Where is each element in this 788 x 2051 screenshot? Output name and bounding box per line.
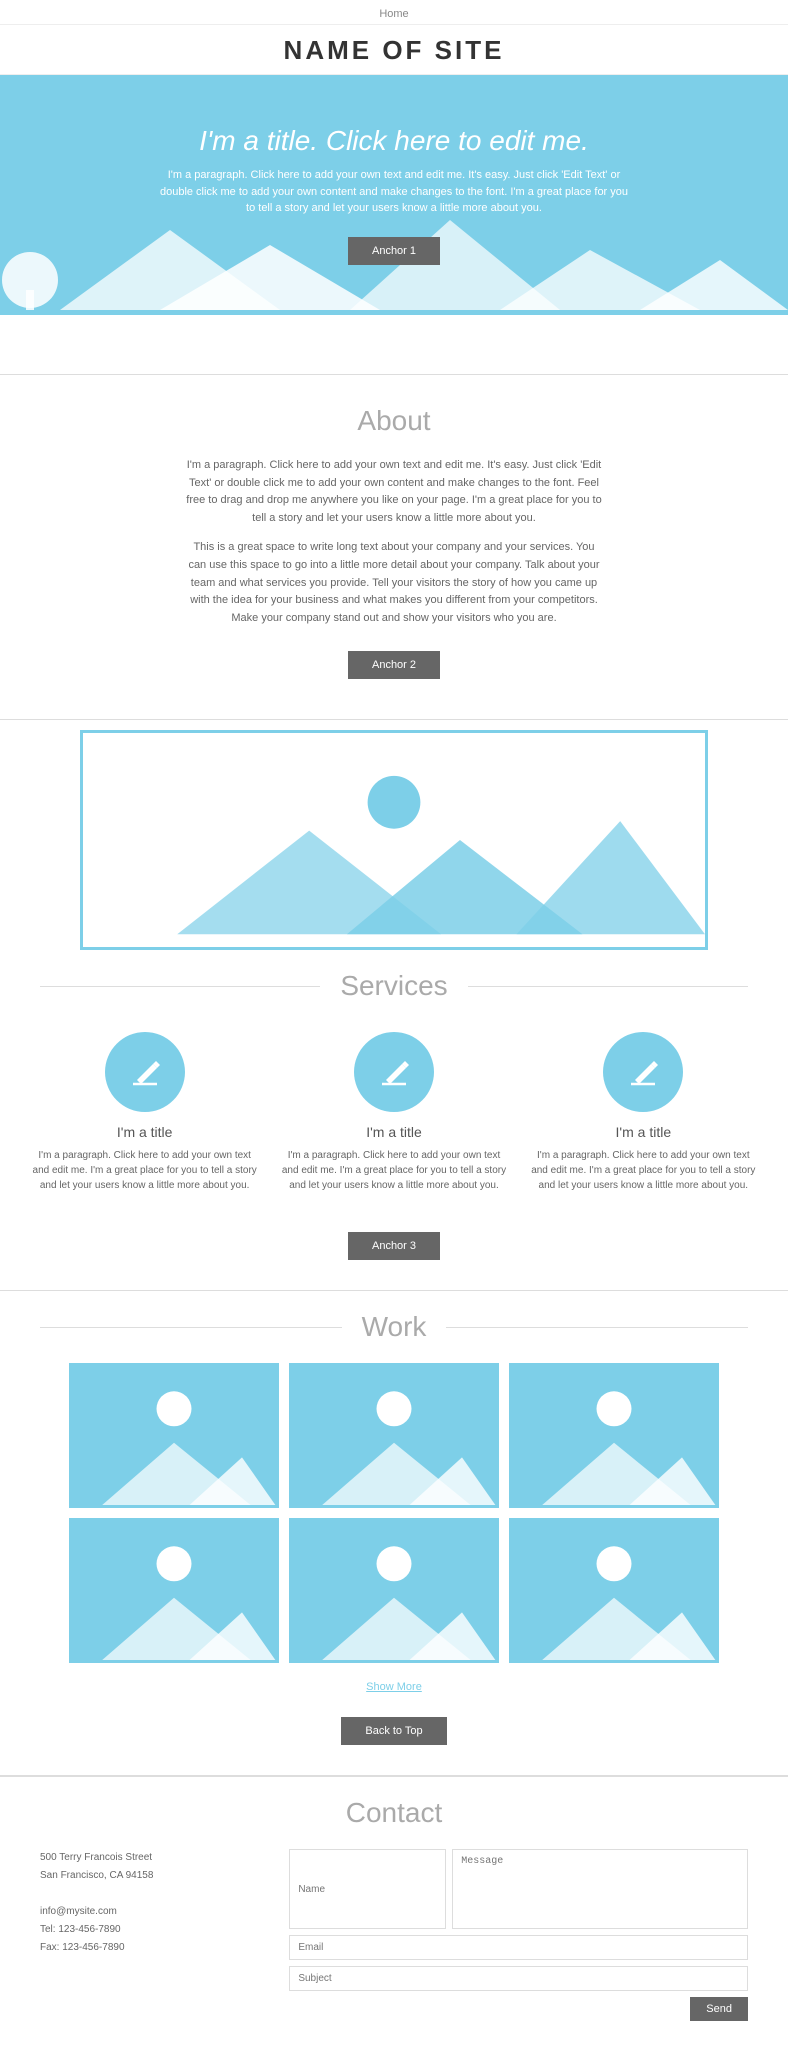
services-header: Services xyxy=(40,970,748,1002)
services-grid: I'm a title I'm a paragraph. Click here … xyxy=(0,1012,788,1203)
show-more-link[interactable]: Show More xyxy=(0,1681,788,1693)
services-anchor-container: Anchor 3 xyxy=(0,1213,788,1280)
contact-submit-button[interactable]: Send xyxy=(690,1997,748,2021)
about-anchor-button-container: Anchor 2 xyxy=(40,647,748,679)
contact-address-2: San Francisco, CA 94158 xyxy=(40,1867,269,1885)
hero-title[interactable]: I'm a title. Click here to edit me. xyxy=(199,125,589,157)
services-line-left xyxy=(40,986,320,987)
spacer-1 xyxy=(0,315,788,375)
back-to-top-container: Back to Top xyxy=(0,1703,788,1765)
service-3-title[interactable]: I'm a title xyxy=(531,1124,755,1140)
form-row-2 xyxy=(289,1935,748,1960)
service-item-1: I'm a title I'm a paragraph. Click here … xyxy=(32,1032,256,1193)
divider-1 xyxy=(0,1290,788,1291)
service-item-3: I'm a title I'm a paragraph. Click here … xyxy=(531,1032,755,1193)
contact-form: Send xyxy=(289,1849,748,2021)
about-image-container xyxy=(0,720,788,950)
services-title: Services xyxy=(330,970,457,1002)
work-item-2[interactable] xyxy=(289,1363,499,1508)
form-row-3 xyxy=(289,1966,748,1991)
service-icon-1 xyxy=(105,1032,185,1112)
contact-email: info@mysite.com xyxy=(40,1903,269,1921)
contact-inner: 500 Terry Francois Street San Francisco,… xyxy=(40,1849,748,2021)
service-1-title[interactable]: I'm a title xyxy=(32,1124,256,1140)
service-icon-3 xyxy=(603,1032,683,1112)
about-title: About xyxy=(40,405,748,437)
about-image-placeholder xyxy=(80,730,708,950)
service-2-title[interactable]: I'm a title xyxy=(282,1124,506,1140)
about-paragraph-2[interactable]: This is a great space to write long text… xyxy=(184,539,604,627)
form-submit-container: Send xyxy=(289,1997,748,2021)
work-item-5[interactable] xyxy=(289,1518,499,1663)
back-to-top-button[interactable]: Back to Top xyxy=(341,1717,446,1745)
services-line-right xyxy=(468,986,748,987)
contact-info: 500 Terry Francois Street San Francisco,… xyxy=(40,1849,269,1957)
hero-anchor-button[interactable]: Anchor 1 xyxy=(348,237,440,265)
service-item-2: I'm a title I'm a paragraph. Click here … xyxy=(282,1032,506,1193)
work-grid xyxy=(0,1353,788,1673)
contact-subject-input[interactable] xyxy=(289,1966,748,1991)
service-icon-2 xyxy=(354,1032,434,1112)
nav-home-link[interactable]: Home xyxy=(379,8,408,20)
work-item-3[interactable] xyxy=(509,1363,719,1508)
contact-message-input[interactable] xyxy=(452,1849,748,1929)
contact-fax: Fax: 123-456-7890 xyxy=(40,1939,269,1957)
about-anchor-button[interactable]: Anchor 2 xyxy=(348,651,440,679)
work-item-6[interactable] xyxy=(509,1518,719,1663)
contact-title: Contact xyxy=(40,1797,748,1829)
nav-bar: Home xyxy=(0,0,788,25)
service-2-paragraph[interactable]: I'm a paragraph. Click here to add your … xyxy=(282,1148,506,1193)
service-1-paragraph[interactable]: I'm a paragraph. Click here to add your … xyxy=(32,1148,256,1193)
work-item-1[interactable] xyxy=(69,1363,279,1508)
site-title: NAME OF SITE xyxy=(0,25,788,75)
about-paragraph-1[interactable]: I'm a paragraph. Click here to add your … xyxy=(184,457,604,527)
work-line-right xyxy=(446,1327,748,1328)
contact-name-input[interactable] xyxy=(289,1849,446,1929)
work-header: Work xyxy=(40,1311,748,1343)
service-3-paragraph[interactable]: I'm a paragraph. Click here to add your … xyxy=(531,1148,755,1193)
work-item-4[interactable] xyxy=(69,1518,279,1663)
contact-email-input[interactable] xyxy=(289,1935,748,1960)
work-line-left xyxy=(40,1327,342,1328)
contact-section: Contact 500 Terry Francois Street San Fr… xyxy=(0,1776,788,2051)
form-row-1 xyxy=(289,1849,748,1929)
hero-section: I'm a title. Click here to edit me. I'm … xyxy=(0,75,788,315)
contact-address-1: 500 Terry Francois Street xyxy=(40,1849,269,1867)
services-anchor-button[interactable]: Anchor 3 xyxy=(348,1232,440,1260)
work-title: Work xyxy=(352,1311,437,1343)
about-section: About I'm a paragraph. Click here to add… xyxy=(0,375,788,720)
contact-tel: Tel: 123-456-7890 xyxy=(40,1921,269,1939)
